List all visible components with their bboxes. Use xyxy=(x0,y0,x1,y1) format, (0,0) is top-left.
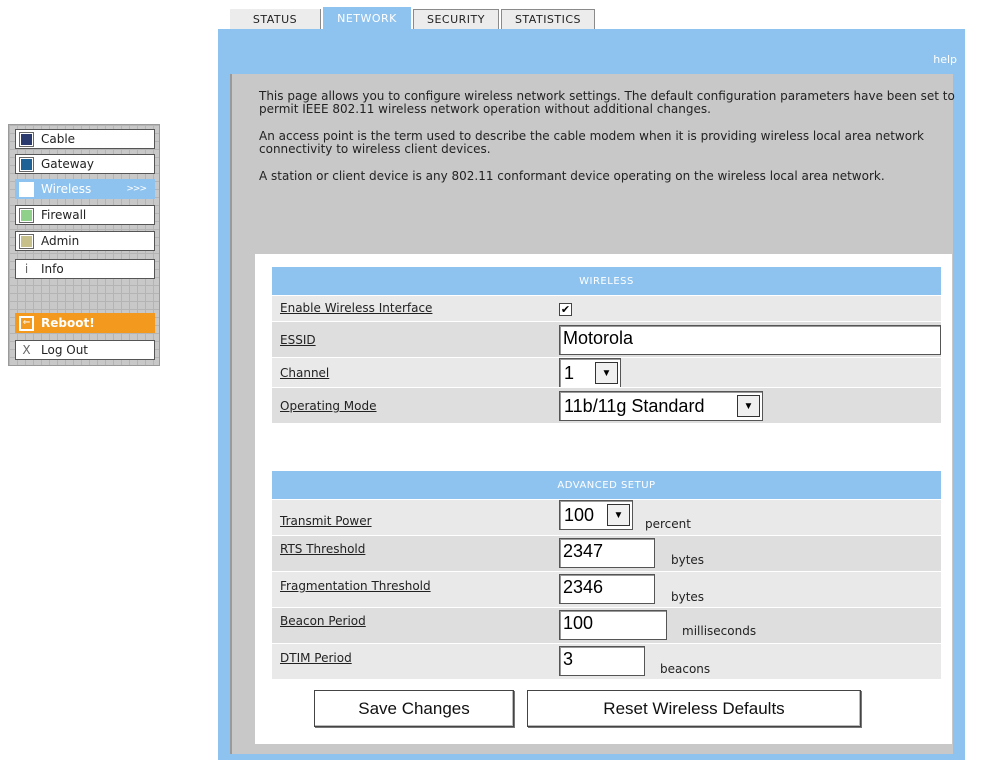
row-essid: ESSID Motorola xyxy=(272,321,941,357)
close-icon: X xyxy=(22,343,31,357)
enable-wireless-label[interactable]: Enable Wireless Interface xyxy=(280,301,432,315)
intro-text: This page allows you to configure wirele… xyxy=(259,90,959,197)
reset-defaults-button[interactable]: Reset Wireless Defaults xyxy=(527,690,861,727)
rts-threshold-label[interactable]: RTS Threshold xyxy=(280,542,365,556)
sidebar-item-gateway[interactable]: Gateway xyxy=(15,154,155,174)
row-transmit-power: Transmit Power 100 ▼ percent xyxy=(272,499,941,535)
row-channel: Channel 1 ▼ xyxy=(272,357,941,388)
gateway-square-icon xyxy=(19,156,34,172)
operating-mode-select[interactable]: 11b/11g Standard ▼ xyxy=(559,391,763,421)
sidebar-item-label: Info xyxy=(41,262,64,276)
cable-square-icon xyxy=(19,131,34,147)
top-tabs: STATUS NETWORK SECURITY STATISTICS xyxy=(230,7,597,29)
help-link[interactable]: help xyxy=(933,53,957,66)
intro-paragraph: A station or client device is any 802.11… xyxy=(259,169,885,183)
transmit-power-value: 100 xyxy=(564,504,595,525)
reboot-icon: ⇐ xyxy=(19,315,34,331)
row-fragmentation-threshold: Fragmentation Threshold 2346 bytes xyxy=(272,571,941,607)
dtim-period-input[interactable]: 3 xyxy=(559,646,645,676)
section-heading-wireless: WIRELESS xyxy=(272,267,941,295)
save-changes-button[interactable]: Save Changes xyxy=(314,690,514,727)
intro-paragraph: This page allows you to configure wirele… xyxy=(259,89,955,116)
reboot-button[interactable]: ⇐ Reboot! xyxy=(15,313,155,333)
tab-statistics[interactable]: STATISTICS xyxy=(501,9,595,29)
operating-mode-value: 11b/11g Standard xyxy=(564,395,705,416)
beacon-period-label[interactable]: Beacon Period xyxy=(280,614,366,628)
wireless-form: WIRELESS Enable Wireless Interface ✔ ESS… xyxy=(255,254,952,744)
tab-status[interactable]: STATUS xyxy=(230,9,321,29)
transmit-power-label[interactable]: Transmit Power xyxy=(280,514,372,528)
logout-button[interactable]: X Log Out xyxy=(15,340,155,360)
row-rts-threshold: RTS Threshold 2347 bytes xyxy=(272,535,941,571)
fragmentation-threshold-input[interactable]: 2346 xyxy=(559,574,655,604)
sidebar-item-label: Log Out xyxy=(41,343,89,357)
channel-label[interactable]: Channel xyxy=(280,366,329,380)
sidebar-item-label: Firewall xyxy=(41,208,87,222)
enable-wireless-checkbox[interactable]: ✔ xyxy=(559,303,572,316)
sidebar-nav: Cable Gateway Wireless >>> Firewall Admi… xyxy=(8,124,160,366)
sidebar-item-admin[interactable]: Admin xyxy=(15,231,155,251)
active-arrow-icon: >>> xyxy=(126,184,147,194)
rts-threshold-input[interactable]: 2347 xyxy=(559,538,655,568)
fragmentation-threshold-unit: bytes xyxy=(671,590,705,604)
row-operating-mode: Operating Mode 11b/11g Standard ▼ xyxy=(272,387,941,423)
chevron-down-icon: ▼ xyxy=(607,504,630,526)
operating-mode-label[interactable]: Operating Mode xyxy=(280,399,377,413)
row-beacon-period: Beacon Period 100 milliseconds xyxy=(272,607,941,643)
wireless-square-icon xyxy=(19,181,34,197)
dtim-period-label[interactable]: DTIM Period xyxy=(280,651,352,665)
sidebar-item-firewall[interactable]: Firewall xyxy=(15,205,155,225)
tab-security[interactable]: SECURITY xyxy=(413,9,499,29)
beacon-period-input[interactable]: 100 xyxy=(559,610,667,640)
sidebar-item-cable[interactable]: Cable xyxy=(15,129,155,149)
row-enable-wireless: Enable Wireless Interface ✔ xyxy=(272,295,941,321)
content-area: This page allows you to configure wirele… xyxy=(230,74,955,754)
chevron-down-icon: ▼ xyxy=(737,395,760,417)
sidebar-item-wireless[interactable]: Wireless >>> xyxy=(15,179,155,199)
firewall-square-icon xyxy=(19,207,34,223)
header-bar: help xyxy=(218,29,965,72)
fragmentation-threshold-label[interactable]: Fragmentation Threshold xyxy=(280,579,431,593)
info-icon: i xyxy=(24,262,29,276)
essid-input[interactable]: Motorola xyxy=(559,325,941,355)
sidebar-item-label: Admin xyxy=(41,234,80,248)
section-heading-advanced: ADVANCED SETUP xyxy=(272,471,941,499)
sidebar-item-label: Gateway xyxy=(41,157,95,171)
intro-paragraph: An access point is the term used to desc… xyxy=(259,129,924,156)
transmit-power-select[interactable]: 100 ▼ xyxy=(559,500,633,530)
sidebar-item-label: Cable xyxy=(41,132,76,146)
chevron-down-icon: ▼ xyxy=(595,362,618,384)
main-panel: This page allows you to configure wirele… xyxy=(218,72,965,760)
sidebar-item-info[interactable]: i Info xyxy=(15,259,155,279)
dtim-period-unit: beacons xyxy=(660,662,711,676)
transmit-power-unit: percent xyxy=(645,517,691,531)
beacon-period-unit: milliseconds xyxy=(682,624,757,638)
sidebar-item-label: Wireless xyxy=(41,182,92,196)
essid-label[interactable]: ESSID xyxy=(280,333,316,347)
channel-select[interactable]: 1 ▼ xyxy=(559,358,621,388)
channel-value: 1 xyxy=(564,362,575,383)
rts-threshold-unit: bytes xyxy=(671,553,705,567)
tab-network[interactable]: NETWORK xyxy=(323,7,411,29)
admin-square-icon xyxy=(19,233,34,249)
sidebar-item-label: Reboot! xyxy=(41,316,95,330)
row-dtim-period: DTIM Period 3 beacons xyxy=(272,643,941,679)
